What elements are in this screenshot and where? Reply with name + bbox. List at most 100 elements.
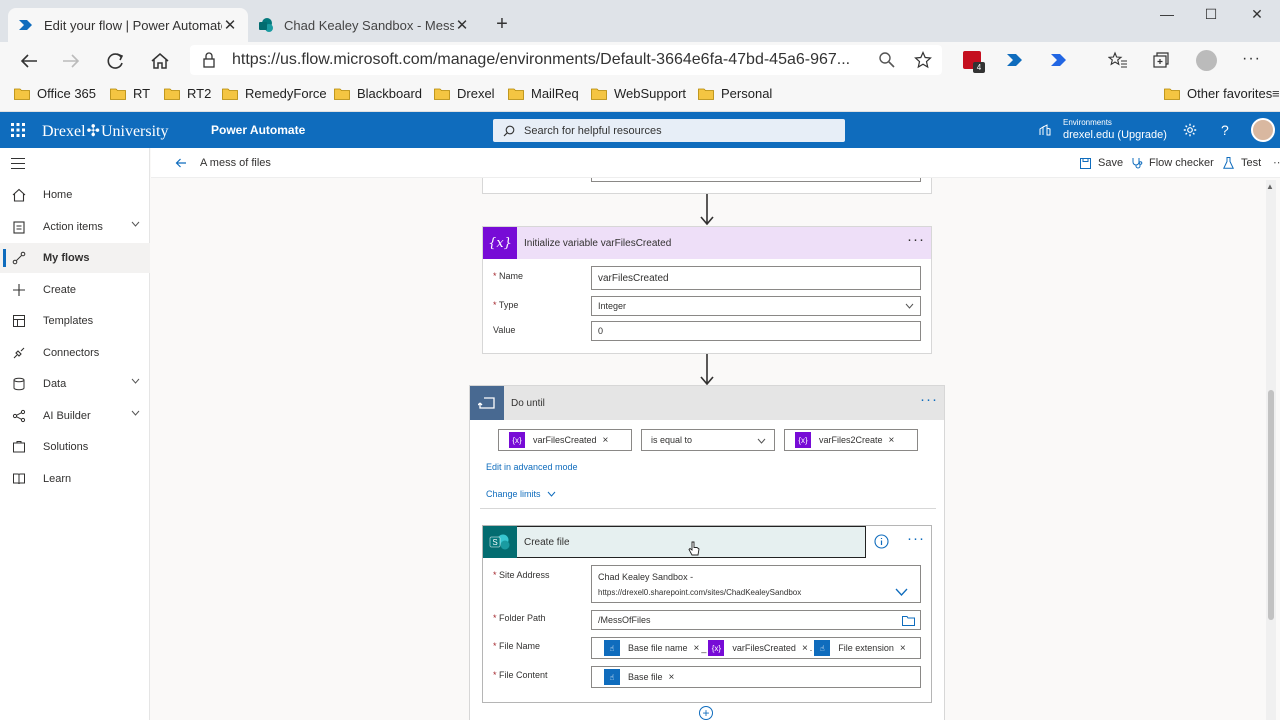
home-icon[interactable] (149, 51, 171, 71)
chevron-down-icon[interactable] (131, 221, 140, 227)
lock-icon[interactable] (202, 52, 216, 68)
site-address-dropdown[interactable]: Chad Kealey Sandbox - https://drexel0.sh… (591, 565, 921, 603)
sidebar-item-data[interactable]: Data (0, 369, 150, 399)
favorite-star-icon[interactable] (914, 51, 932, 69)
settings-gear-icon[interactable] (1183, 123, 1197, 137)
favorite-folder-rt2[interactable]: RT2 (164, 86, 211, 101)
initialize-variable-card[interactable]: {x} Initialize variable varFilesCreated … (482, 226, 932, 354)
previous-action-card[interactable] (482, 178, 932, 194)
varfilescreated-token[interactable]: {x} varFilesCreated × (708, 640, 808, 656)
close-tab-icon[interactable]: ✕ (454, 16, 470, 34)
sidebar-item-action-items[interactable]: Action items (0, 212, 150, 242)
favorite-folder-office-365[interactable]: Office 365 (14, 86, 96, 101)
environment-icon[interactable] (1039, 124, 1051, 136)
browser-menu-icon[interactable]: ··· (1242, 50, 1261, 68)
canvas-scrollbar[interactable] (1266, 180, 1276, 720)
flow-checker-button[interactable]: Flow checker (1131, 157, 1214, 169)
create-file-card[interactable]: S Create file ··· * Site Address Chad Ke… (482, 525, 932, 703)
scrollbar-thumb[interactable] (1268, 390, 1274, 620)
remove-token-icon[interactable]: × (694, 643, 700, 654)
init-card-menu-icon[interactable]: ··· (907, 232, 925, 247)
sidebar-item-solutions[interactable]: Solutions (0, 432, 150, 462)
collections-icon[interactable] (1152, 51, 1170, 69)
tab-edit-flow[interactable]: Edit your flow | Power Automate ✕ (8, 8, 248, 42)
name-input[interactable]: varFilesCreated (591, 266, 921, 290)
remove-token-icon[interactable]: × (802, 643, 808, 654)
environment-name[interactable]: drexel.edu (Upgrade) (1063, 129, 1167, 141)
chevron-down-icon[interactable] (131, 378, 140, 384)
command-overflow-icon[interactable]: ⋯ (1273, 156, 1280, 169)
sidebar-item-ai-builder[interactable]: AI Builder (0, 401, 150, 431)
sidebar-item-learn[interactable]: Learn (0, 464, 150, 494)
other-favorites[interactable]: Other favorites (1164, 86, 1272, 101)
create-file-menu-icon[interactable]: ··· (907, 531, 925, 546)
power-automate-extension-icon-2[interactable] (1050, 52, 1068, 68)
favorite-folder-personal[interactable]: Personal (698, 86, 772, 101)
profile-avatar[interactable] (1196, 50, 1217, 71)
base-file-token[interactable]: ☝ Base file × (604, 669, 674, 685)
app-launcher-icon[interactable] (11, 123, 25, 137)
folder-path-input[interactable]: /MessOfFiles (591, 610, 921, 630)
do-until-title[interactable]: Do until (511, 398, 545, 409)
favorite-folder-rt[interactable]: RT (110, 86, 150, 101)
remove-token-icon[interactable]: × (603, 435, 609, 446)
product-name[interactable]: Power Automate (211, 123, 305, 137)
remove-token-icon[interactable]: × (889, 435, 895, 446)
sidebar-item-my-flows[interactable]: My flows (0, 243, 150, 273)
base-file-name-token[interactable]: ☝ Base file name × (604, 640, 699, 656)
init-card-title[interactable]: Initialize variable varFilesCreated (524, 238, 671, 249)
refresh-icon[interactable] (105, 51, 127, 71)
drexel-logo[interactable]: Drexel✣University (42, 121, 168, 141)
remove-token-icon[interactable]: × (669, 672, 675, 683)
favorite-folder-blackboard[interactable]: Blackboard (334, 86, 422, 101)
minimize-button[interactable]: — (1156, 6, 1178, 24)
url-text[interactable]: https://us.flow.microsoft.com/manage/env… (232, 51, 862, 69)
sidebar-item-home[interactable]: Home (0, 180, 150, 210)
search-box[interactable]: Search for helpful resources (493, 119, 845, 142)
file-content-input[interactable]: ☝ Base file × (591, 666, 921, 688)
do-until-menu-icon[interactable]: ··· (920, 392, 938, 407)
favorites-list-icon[interactable] (1108, 51, 1128, 69)
maximize-button[interactable]: ☐ (1200, 6, 1222, 24)
remove-token-icon[interactable]: × (900, 643, 906, 654)
change-limits-link[interactable]: Change limits (486, 489, 556, 499)
varfiles2create-token[interactable]: {x} varFiles2Create × (795, 432, 894, 448)
test-button[interactable]: Test (1223, 157, 1261, 169)
hamburger-icon[interactable] (11, 158, 25, 169)
favorite-folder-mailreq[interactable]: MailReq (508, 86, 579, 101)
close-tab-icon[interactable]: ✕ (222, 16, 238, 34)
zoom-icon[interactable] (878, 51, 896, 69)
new-tab-button[interactable]: + (491, 13, 513, 35)
power-automate-extension-icon[interactable] (1006, 52, 1024, 68)
condition-left-field[interactable]: {x} varFilesCreated × (498, 429, 632, 451)
type-dropdown[interactable]: Integer (591, 296, 921, 316)
forward-icon[interactable] (60, 51, 82, 71)
favorite-folder-drexel[interactable]: Drexel (434, 86, 495, 101)
file-extension-token[interactable]: ☝ File extension × (814, 640, 906, 656)
folder-picker-icon[interactable] (902, 616, 915, 626)
environments-label[interactable]: Environments (1063, 118, 1112, 127)
sidebar-item-templates[interactable]: Templates (0, 306, 150, 336)
edit-advanced-mode-link[interactable]: Edit in advanced mode (486, 462, 578, 472)
create-file-title[interactable]: Create file (524, 537, 570, 548)
favorite-folder-remedyforce[interactable]: RemedyForce (222, 86, 327, 101)
user-avatar[interactable] (1251, 118, 1275, 142)
tab-sharepoint[interactable]: Chad Kealey Sandbox - Mess of ✕ (248, 8, 480, 42)
condition-right-field[interactable]: {x} varFiles2Create × (784, 429, 918, 451)
sidebar-item-connectors[interactable]: Connectors (0, 338, 150, 368)
insert-step-icon[interactable]: + (699, 706, 713, 720)
varfilescreated-token[interactable]: {x} varFilesCreated × (509, 432, 608, 448)
info-icon[interactable] (874, 534, 889, 549)
sidebar-item-create[interactable]: Create (0, 275, 150, 305)
help-icon[interactable]: ? (1221, 122, 1229, 138)
favorites-overflow-icon[interactable]: ≡ (1272, 86, 1280, 101)
file-name-input[interactable]: ☝ Base file name × _ {x} varFilesCreated × .… (591, 637, 921, 659)
chevron-down-icon[interactable] (131, 410, 140, 416)
condition-operator-dropdown[interactable]: is equal to (641, 429, 775, 451)
back-icon[interactable] (18, 51, 40, 71)
value-input[interactable]: 0 (591, 321, 921, 341)
back-to-flow-button[interactable]: A mess of files (175, 157, 271, 169)
favorite-folder-websupport[interactable]: WebSupport (591, 86, 686, 101)
scroll-up-icon[interactable]: ▲ (1266, 182, 1274, 191)
close-window-button[interactable]: ✕ (1246, 6, 1268, 24)
